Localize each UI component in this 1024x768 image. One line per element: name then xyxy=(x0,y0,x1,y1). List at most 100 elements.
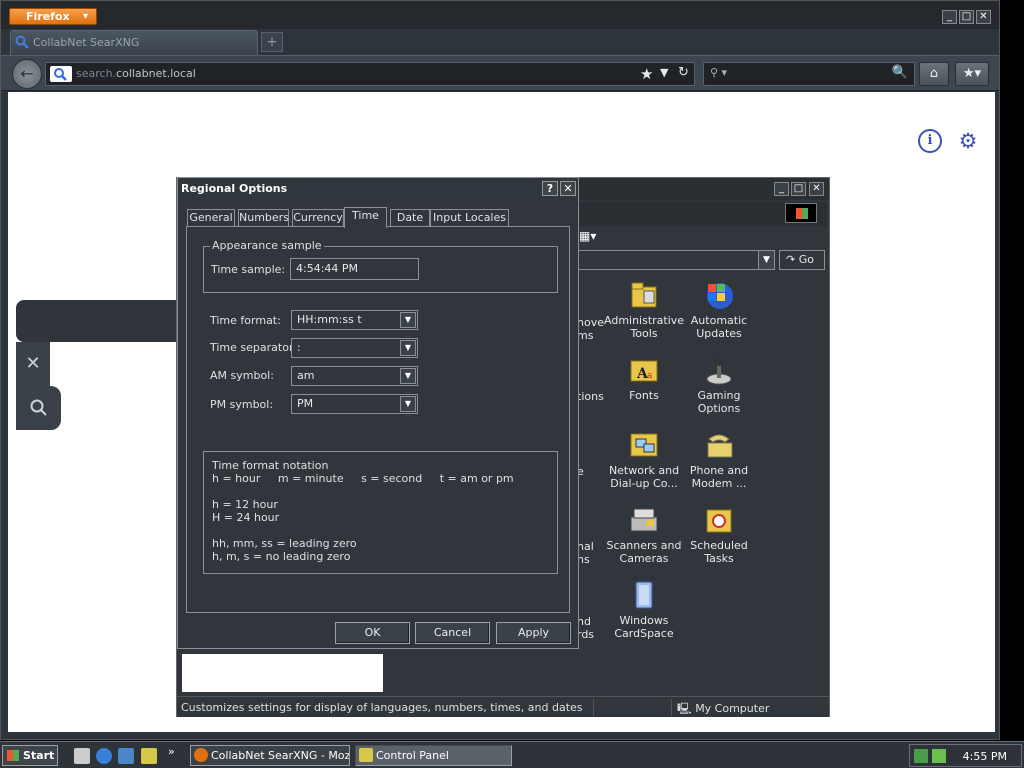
cp-item-phone-modem[interactable]: Phone and Modem ... xyxy=(679,429,759,490)
help-button[interactable]: ? xyxy=(542,181,558,196)
close-button[interactable]: ✕ xyxy=(809,182,824,196)
cp-item-network[interactable]: Network and Dial-up Co... xyxy=(604,429,684,490)
go-button[interactable]: ↷ Go xyxy=(779,250,825,270)
search-icon[interactable] xyxy=(16,386,61,430)
cp-item-fonts[interactable]: Aa Fonts xyxy=(604,354,684,402)
list-item[interactable]: nd rds xyxy=(577,615,594,641)
am-symbol-value[interactable]: am xyxy=(297,369,314,382)
home-button[interactable]: ⌂ xyxy=(919,62,949,86)
search-bar[interactable]: ⚲ ▾ 🔍 xyxy=(703,62,915,86)
views-icon[interactable]: ▦▾ xyxy=(579,229,596,243)
url-prefix: search. xyxy=(76,67,117,80)
task-label: Control Panel xyxy=(376,749,449,762)
cp-item-gaming-options[interactable]: Gaming Options xyxy=(679,354,759,415)
chevron-down-icon[interactable]: ▼ xyxy=(400,368,416,384)
control-panel-icon xyxy=(359,748,373,762)
cp-item-automatic-updates[interactable]: Automatic Updates xyxy=(679,279,759,340)
start-button[interactable]: Start xyxy=(2,745,58,766)
tab-general[interactable]: General xyxy=(187,209,235,227)
time-separator-value[interactable]: : xyxy=(297,341,301,354)
tab-time[interactable]: Time xyxy=(344,207,387,228)
show-desktop-icon[interactable] xyxy=(74,748,90,764)
bookmark-star-icon[interactable]: ★ xyxy=(640,65,653,83)
chevron-down-icon[interactable]: ▼ xyxy=(400,312,416,328)
quick-launch-more[interactable]: » xyxy=(168,745,175,758)
dialog-title: Regional Options xyxy=(181,182,288,195)
address-bar[interactable]: ▼ xyxy=(577,250,775,270)
navigation-bar: ← search.collabnet.local ★ ▼ ↻ ⚲ ▾ 🔍 ⌂ ★… xyxy=(1,55,999,91)
time-format-combo[interactable]: HH:mm:ss t ▼ xyxy=(291,310,418,330)
firefox-icon xyxy=(194,748,208,762)
minimize-button[interactable]: _ xyxy=(774,182,789,196)
close-icon[interactable]: ✕ xyxy=(16,342,50,386)
notation-line: h = hour m = minute s = second t = am or… xyxy=(212,472,514,485)
search-engine-icon[interactable]: ⚲ ▾ xyxy=(710,66,727,79)
pm-symbol-value[interactable]: PM xyxy=(297,397,313,410)
list-item[interactable]: nal ns xyxy=(577,540,594,566)
am-symbol-combo[interactable]: am ▼ xyxy=(291,366,418,386)
pm-symbol-combo[interactable]: PM ▼ xyxy=(291,394,418,414)
url-domain: collabnet.local xyxy=(116,67,196,80)
new-tab-button[interactable]: + xyxy=(261,32,283,52)
list-item[interactable]: nove ms xyxy=(577,316,604,342)
notation-line: hh, mm, ss = leading zero xyxy=(212,537,357,550)
bookmarks-button[interactable]: ★▾ xyxy=(955,62,989,86)
info-icon[interactable]: i xyxy=(918,129,942,153)
ok-button[interactable]: OK xyxy=(335,622,410,644)
security-tray-icon[interactable] xyxy=(932,749,946,763)
maximize-button[interactable]: □ xyxy=(959,10,974,24)
details-pane xyxy=(182,654,383,692)
notation-group: Time format notation h = hour m = minute… xyxy=(203,451,558,574)
windows-logo-icon xyxy=(7,750,19,761)
windows-explorer-icon[interactable] xyxy=(141,748,157,764)
my-computer-icon: 🖳 xyxy=(677,702,692,715)
firefox-titlebar: Firefox _ □ ✕ xyxy=(1,1,999,29)
search-box-collapsed[interactable] xyxy=(16,300,186,342)
minimize-button[interactable]: _ xyxy=(942,10,957,24)
taskbar-item-control-panel[interactable]: Control Panel xyxy=(355,745,512,766)
am-symbol-label: AM symbol: xyxy=(210,369,274,382)
time-separator-combo[interactable]: : ▼ xyxy=(291,338,418,358)
cancel-button[interactable]: Cancel xyxy=(415,622,490,644)
site-identity-icon[interactable] xyxy=(50,66,72,82)
reload-icon[interactable]: ↻ xyxy=(678,65,689,80)
dialog-titlebar: Regional Options ? ✕ xyxy=(178,178,578,200)
time-format-value[interactable]: HH:mm:ss t xyxy=(297,313,362,326)
status-divider xyxy=(593,699,594,716)
scheduled-tasks-icon xyxy=(703,504,735,536)
maximize-button[interactable]: □ xyxy=(791,182,806,196)
internet-explorer-icon[interactable] xyxy=(96,748,112,764)
network-tray-icon[interactable] xyxy=(914,749,928,763)
tab-numbers[interactable]: Numbers xyxy=(238,209,289,227)
firefox-menu-button[interactable]: Firefox xyxy=(9,8,97,25)
tab-input-locales[interactable]: Input Locales xyxy=(430,209,509,227)
tab-currency[interactable]: Currency xyxy=(292,209,344,227)
url-bar[interactable]: search.collabnet.local ★ ▼ ↻ xyxy=(45,62,695,86)
time-separator-label: Time separator: xyxy=(210,341,297,354)
cp-item-scheduled-tasks[interactable]: Scheduled Tasks xyxy=(679,504,759,565)
phone-modem-icon xyxy=(703,429,735,461)
close-button[interactable]: ✕ xyxy=(560,181,576,196)
go-arrow-icon: ↷ xyxy=(786,253,796,266)
browser-tab[interactable]: CollabNet SearXNG xyxy=(10,30,258,55)
apply-button[interactable]: Apply xyxy=(496,622,571,644)
status-bar: Customizes settings for display of langu… xyxy=(177,696,829,717)
outlook-express-icon[interactable] xyxy=(118,748,134,764)
tab-date[interactable]: Date xyxy=(390,209,430,227)
chevron-down-icon[interactable]: ▼ xyxy=(660,66,668,79)
close-button[interactable]: ✕ xyxy=(976,10,991,24)
clock[interactable]: 4:55 PM xyxy=(963,750,1007,763)
chevron-down-icon[interactable]: ▼ xyxy=(400,396,416,412)
list-item[interactable]: tions xyxy=(577,390,604,403)
url-text[interactable]: search.collabnet.local xyxy=(76,63,196,85)
cp-item-administrative-tools[interactable]: Administrative Tools xyxy=(604,279,684,340)
cp-item-scanners-cameras[interactable]: Scanners and Cameras xyxy=(604,504,684,565)
chevron-down-icon[interactable]: ▼ xyxy=(758,251,774,269)
cp-item-windows-cardspace[interactable]: Windows CardSpace xyxy=(604,579,684,640)
chevron-down-icon[interactable]: ▼ xyxy=(400,340,416,356)
taskbar-item-firefox[interactable]: CollabNet SearXNG - Mozil... xyxy=(190,745,350,766)
back-button[interactable]: ← xyxy=(12,59,42,89)
magnifier-icon[interactable]: 🔍 xyxy=(892,65,908,80)
gear-icon[interactable]: ⚙ xyxy=(956,129,980,153)
system-tray: 4:55 PM xyxy=(909,744,1022,767)
